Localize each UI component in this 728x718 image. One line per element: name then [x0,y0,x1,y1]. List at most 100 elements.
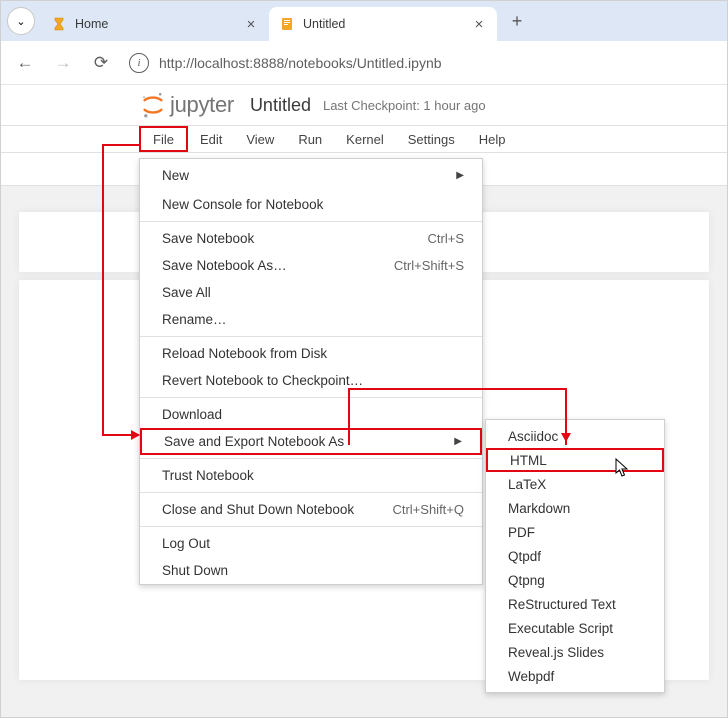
jupyter-logo-icon [141,91,165,119]
jupyter-brand-text: jupyter [170,92,234,118]
menu-item-label: Markdown [508,501,570,516]
tab-title: Untitled [303,17,465,31]
menu-item-save[interactable]: Save Notebook Ctrl+S [140,225,482,252]
menu-item-label: Shut Down [162,563,228,578]
export-revealjs[interactable]: Reveal.js Slides [486,640,664,664]
menu-edit[interactable]: Edit [188,126,234,152]
menu-item-label: Qtpdf [508,549,541,564]
browser-chrome: ⌄ Home × Untitled × + ← → ⟳ i [1,1,727,85]
browser-tab-home[interactable]: Home × [41,7,269,41]
export-qtpng[interactable]: Qtpng [486,568,664,592]
menu-settings[interactable]: Settings [396,126,467,152]
jupyter-header: jupyter Untitled Last Checkpoint: 1 hour… [1,85,727,125]
menu-item-close-shutdown[interactable]: Close and Shut Down Notebook Ctrl+Shift+… [140,496,482,523]
menu-item-save-as[interactable]: Save Notebook As… Ctrl+Shift+S [140,252,482,279]
close-icon[interactable]: × [471,16,487,33]
chevron-right-icon: ▶ [454,436,462,447]
menu-separator [140,492,482,493]
menu-item-label: Rename… [162,312,227,327]
menu-item-download[interactable]: Download [140,401,482,428]
menu-item-label: PDF [508,525,535,540]
menu-shortcut: Ctrl+S [428,231,464,246]
menu-item-logout[interactable]: Log Out [140,530,482,557]
menu-item-new-console[interactable]: New Console for Notebook [140,191,482,218]
export-submenu: Asciidoc HTML LaTeX Markdown PDF Qtpdf Q… [485,419,665,693]
menu-separator [140,526,482,527]
menu-item-save-all[interactable]: Save All [140,279,482,306]
menu-help[interactable]: Help [467,126,518,152]
reload-icon: ⟳ [94,53,108,73]
chevron-right-icon: ▶ [456,170,464,181]
menu-item-label: New [162,168,189,183]
notebook-icon [279,16,295,32]
menu-item-label: Webpdf [508,669,554,684]
menu-file[interactable]: File [139,126,188,152]
menu-item-label: Asciidoc [508,429,558,444]
menu-separator [140,221,482,222]
menu-item-trust[interactable]: Trust Notebook [140,462,482,489]
menu-item-label: Save Notebook As… [162,258,287,273]
menu-item-label: HTML [510,453,547,468]
menu-item-label: Log Out [162,536,210,551]
export-asciidoc[interactable]: Asciidoc [486,424,664,448]
export-pdf[interactable]: PDF [486,520,664,544]
menu-item-new[interactable]: New ▶ [140,159,482,191]
menu-item-export-as[interactable]: Save and Export Notebook As ▶ [140,428,482,455]
url-display[interactable]: i http://localhost:8888/notebooks/Untitl… [123,47,719,79]
menu-item-label: New Console for Notebook [162,197,323,212]
notebook-title[interactable]: Untitled [250,95,311,116]
chevron-down-icon: ⌄ [16,15,25,28]
close-icon[interactable]: × [243,16,259,33]
tab-dropdown-button[interactable]: ⌄ [7,7,35,35]
menu-separator [140,458,482,459]
menu-item-label: Trust Notebook [162,468,254,483]
export-qtpdf[interactable]: Qtpdf [486,544,664,568]
export-latex[interactable]: LaTeX [486,472,664,496]
menu-item-label: Close and Shut Down Notebook [162,502,354,517]
menu-item-label: Revert Notebook to Checkpoint… [162,373,363,388]
checkpoint-text: Last Checkpoint: 1 hour ago [323,98,486,113]
export-script[interactable]: Executable Script [486,616,664,640]
menu-item-label: Executable Script [508,621,613,636]
menu-item-label: Download [162,407,222,422]
export-webpdf[interactable]: Webpdf [486,664,664,688]
file-menu-dropdown: New ▶ New Console for Notebook Save Note… [139,158,483,585]
menu-run[interactable]: Run [286,126,334,152]
menu-shortcut: Ctrl+Shift+Q [392,502,464,517]
menu-item-label: ReStructured Text [508,597,616,612]
jupyter-logo[interactable]: jupyter [141,91,234,119]
menu-item-label: Save Notebook [162,231,254,246]
menu-item-label: Reload Notebook from Disk [162,346,327,361]
menu-separator [140,397,482,398]
menu-item-shutdown[interactable]: Shut Down [140,557,482,584]
tab-strip: ⌄ Home × Untitled × + [1,1,727,41]
url-text: http://localhost:8888/notebooks/Untitled… [159,55,442,71]
menu-item-reload[interactable]: Reload Notebook from Disk [140,340,482,367]
menu-item-label: Save All [162,285,211,300]
back-button[interactable]: ← [9,47,41,79]
export-html[interactable]: HTML [486,448,664,472]
hourglass-icon [51,16,67,32]
export-markdown[interactable]: Markdown [486,496,664,520]
menu-shortcut: Ctrl+Shift+S [394,258,464,273]
forward-button[interactable]: → [47,47,79,79]
menu-separator [140,336,482,337]
menubar: File Edit View Run Kernel Settings Help [1,125,727,153]
new-tab-button[interactable]: + [503,7,531,35]
browser-tab-untitled[interactable]: Untitled × [269,7,497,41]
menu-item-label: Qtpng [508,573,545,588]
menu-view[interactable]: View [234,126,286,152]
menu-item-rename[interactable]: Rename… [140,306,482,333]
reload-button[interactable]: ⟳ [85,47,117,79]
menu-item-revert[interactable]: Revert Notebook to Checkpoint… [140,367,482,394]
site-info-icon[interactable]: i [129,53,149,73]
tab-title: Home [75,17,237,31]
export-rst[interactable]: ReStructured Text [486,592,664,616]
arrow-left-icon: ← [17,53,34,73]
menu-item-label: LaTeX [508,477,546,492]
menu-item-label: Save and Export Notebook As [164,434,344,449]
address-bar-row: ← → ⟳ i http://localhost:8888/notebooks/… [1,41,727,85]
arrow-right-icon: → [55,53,72,73]
menu-item-label: Reveal.js Slides [508,645,604,660]
menu-kernel[interactable]: Kernel [334,126,396,152]
